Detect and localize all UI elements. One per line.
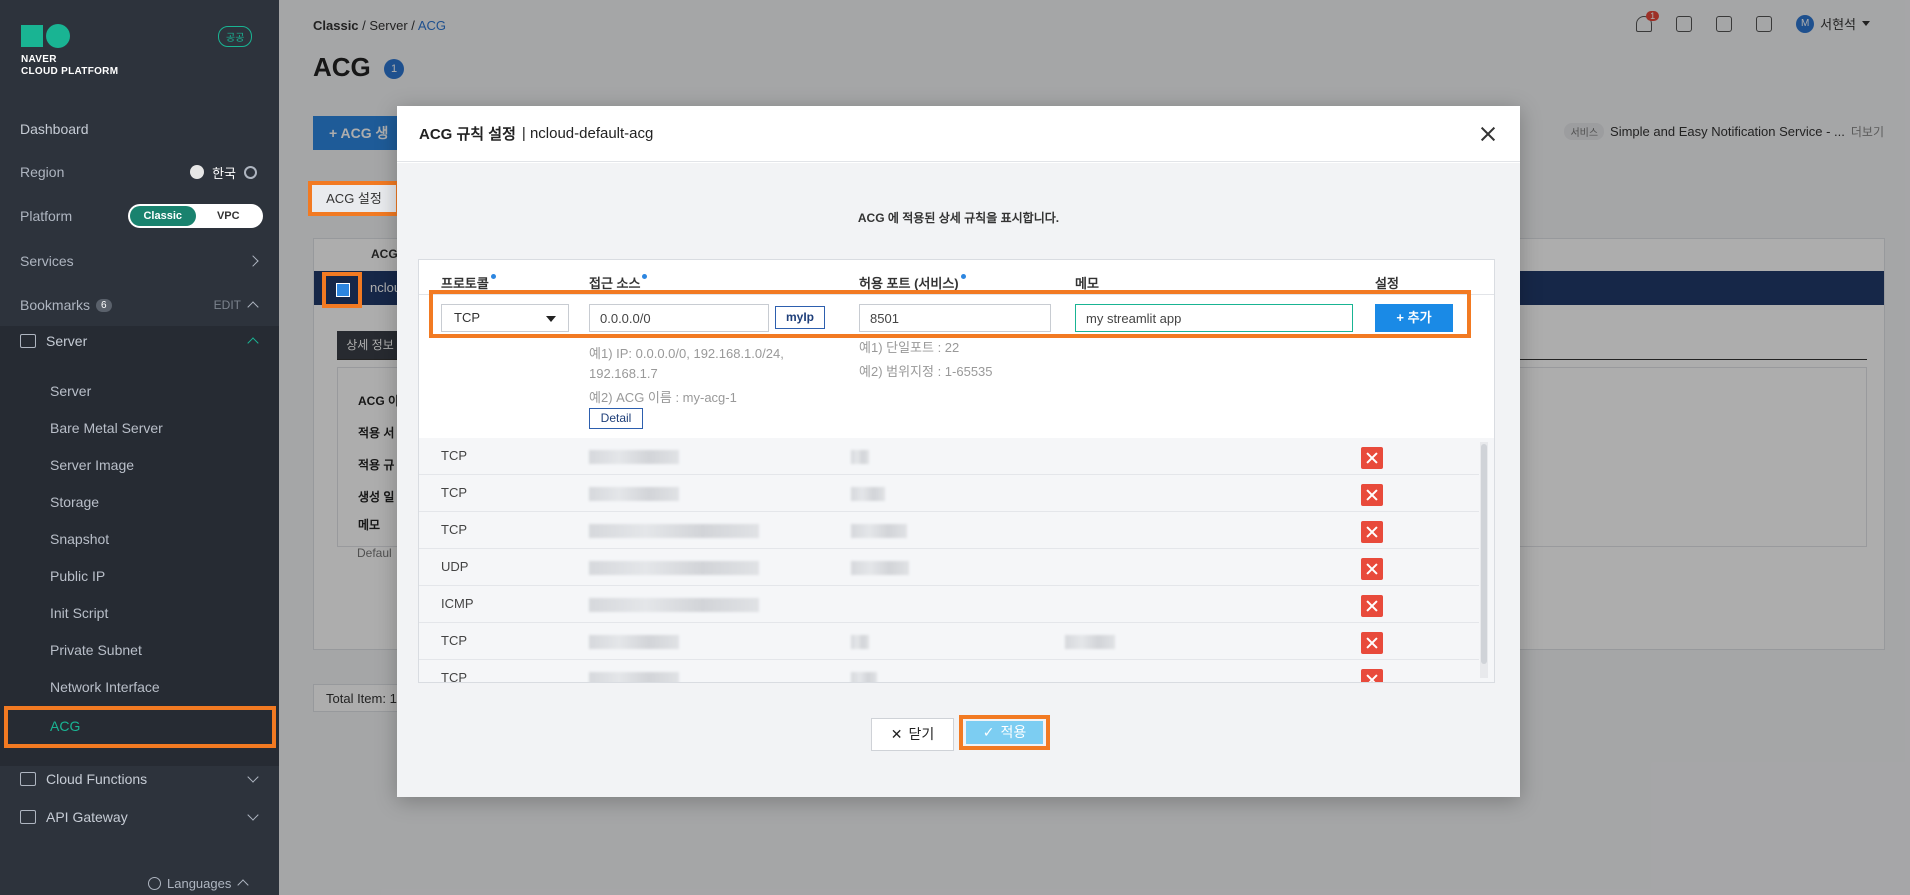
memo-input[interactable] [1075, 304, 1353, 332]
platform-vpc[interactable]: VPC [196, 210, 262, 222]
close-button[interactable]: ✕ 닫기 [871, 718, 954, 751]
acg-settings-button[interactable]: ACG 설정 [308, 181, 400, 216]
gear-icon[interactable] [244, 165, 257, 179]
sidebar-group-server[interactable]: Server [0, 330, 279, 352]
platform-classic[interactable]: Classic [130, 206, 196, 226]
close-x-icon: ✕ [890, 726, 903, 742]
source-input[interactable] [589, 304, 769, 332]
delete-rule-button[interactable] [1361, 595, 1383, 617]
rule-list-scrollbar[interactable] [1480, 442, 1488, 678]
sidebar-item-server-image[interactable]: Server Image [50, 457, 134, 473]
table-row: TCP [419, 512, 1479, 549]
source-hint-2: 예2) ACG 이름 : my-acg-1 [589, 390, 737, 405]
sidebar-group-cloud-functions[interactable]: Cloud Functions [0, 768, 279, 790]
myip-button[interactable]: myIp [775, 306, 825, 329]
table-row: UDP [419, 549, 1479, 586]
add-rule-button[interactable]: + 추가 [1375, 304, 1453, 332]
sidebar-item-public-ip[interactable]: Public IP [50, 568, 105, 584]
table-row: TCP [419, 623, 1479, 660]
chevron-right-icon [247, 255, 259, 267]
naver-cloud-logo[interactable]: NAVER CLOUD PLATFORM [21, 24, 118, 78]
delete-rule-button[interactable] [1361, 447, 1383, 469]
languages-selector[interactable]: Languages [0, 873, 279, 893]
sidebar-item-bare-metal-server[interactable]: Bare Metal Server [50, 420, 163, 436]
table-row: TCP [419, 660, 1479, 682]
sidebar-item-acg-highlight [4, 706, 276, 748]
sidebar-item-acg[interactable]: ACG [50, 718, 80, 734]
table-row: TCP [419, 438, 1479, 475]
chevron-down-icon [247, 809, 259, 821]
modal-title: ACG 규칙 설정 [419, 126, 516, 143]
modal-header: ACG 규칙 설정 | ncloud-default-acg [397, 106, 1520, 162]
table-row: ICMP [419, 586, 1479, 623]
delete-rule-button[interactable] [1361, 558, 1383, 580]
rule-list: TCP TCP TCP UDP ICMP TCP TCP [419, 438, 1494, 682]
bookmarks-edit-link[interactable]: EDIT [214, 298, 241, 312]
modal-description: ACG 에 적용된 상세 규칙을 표시합니다. [857, 211, 1060, 225]
table-row: TCP [419, 475, 1479, 512]
protocol-select[interactable]: TCP [441, 304, 569, 332]
sidebar-item-server[interactable]: Server [50, 383, 91, 399]
region-flag-icon [190, 165, 205, 179]
globe-icon [148, 876, 161, 890]
port-hint-1: 예1) 단일포트 : 22 [859, 340, 960, 355]
sidebar-item-dashboard[interactable]: Dashboard [0, 118, 279, 140]
sidebar-item-network-interface[interactable]: Network Interface [50, 679, 160, 695]
rule-table: 프로토콜 접근 소스 허용 포트 (서비스) 메모 설정 TCP myIp + … [418, 259, 1495, 683]
port-input[interactable] [859, 304, 1051, 332]
chevron-up-icon [237, 879, 250, 891]
bookmarks-count: 6 [96, 298, 112, 312]
cloud-functions-icon [20, 772, 36, 786]
sidebar-item-services[interactable]: Services [0, 250, 279, 272]
sidebar: NAVER CLOUD PLATFORM 공공 Dashboard Region … [0, 0, 279, 895]
check-icon: ✓ [982, 724, 995, 740]
platform-toggle[interactable]: Classic VPC [128, 204, 263, 228]
chevron-up-icon[interactable] [247, 301, 259, 313]
row-checkbox[interactable] [336, 283, 350, 297]
delete-rule-button[interactable] [1361, 521, 1383, 543]
bookmarks-submenu [0, 326, 279, 766]
acg-rule-modal: ACG 규칙 설정 | ncloud-default-acg ACG 에 적용된… [397, 106, 1520, 797]
sidebar-item-snapshot[interactable]: Snapshot [50, 531, 109, 547]
region-selector[interactable]: Region 한국 [0, 161, 279, 183]
platform-row: Platform Classic VPC [0, 204, 279, 228]
close-icon[interactable] [1478, 124, 1498, 144]
chevron-up-icon[interactable] [247, 337, 259, 349]
sidebar-item-init-script[interactable]: Init Script [50, 605, 108, 621]
chevron-down-icon [247, 771, 259, 783]
delete-rule-button[interactable] [1361, 669, 1383, 682]
api-gateway-icon [20, 810, 36, 824]
detail-button[interactable]: Detail [589, 408, 643, 429]
sidebar-bookmarks[interactable]: Bookmarks 6 EDIT [0, 294, 279, 316]
server-icon [20, 334, 36, 348]
modal-subtitle: | ncloud-default-acg [521, 125, 654, 142]
apply-button[interactable]: ✓ 적용 [966, 721, 1043, 744]
delete-rule-button[interactable] [1361, 632, 1383, 654]
sidebar-item-private-subnet[interactable]: Private Subnet [50, 642, 142, 658]
port-hint-2: 예2) 범위지정 : 1-65535 [859, 364, 993, 379]
source-hint-1: 예1) IP: 0.0.0.0/0, 192.168.1.0/24, 192.16… [589, 346, 784, 381]
delete-rule-button[interactable] [1361, 484, 1383, 506]
sidebar-group-api-gateway[interactable]: API Gateway [0, 806, 279, 828]
sidebar-item-storage[interactable]: Storage [50, 494, 99, 510]
gov-badge: 공공 [218, 26, 253, 47]
